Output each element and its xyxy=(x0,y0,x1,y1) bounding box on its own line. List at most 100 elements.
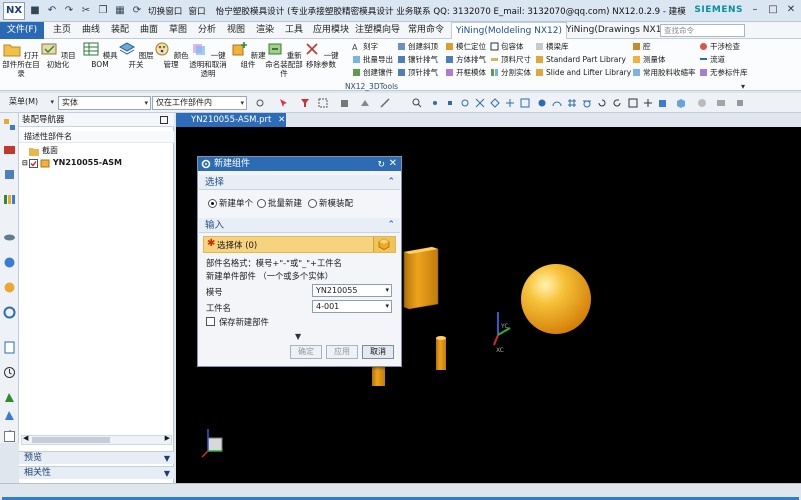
create-lifter-button[interactable]: 创建斜顶 xyxy=(397,41,438,52)
dialog-title-bar[interactable]: 新建组件 ↻ ✕ xyxy=(198,157,401,171)
switch-window-button[interactable]: 切换窗口 xyxy=(148,5,182,17)
edge-select-icon[interactable] xyxy=(380,98,390,108)
rename-assembly-button[interactable]: 重新命名装配部件 xyxy=(264,41,304,78)
standard-part-library-button[interactable]: Standard Part Library xyxy=(535,54,626,65)
preview-section[interactable]: 预览 ▼ xyxy=(19,451,174,464)
snap-tangent-icon[interactable] xyxy=(582,98,592,108)
process-studio-icon[interactable] xyxy=(3,306,16,319)
role-icon[interactable] xyxy=(3,366,16,379)
project-init-button[interactable]: 项目初始化 xyxy=(38,41,78,69)
close-icon[interactable]: ✕ xyxy=(389,157,397,171)
bounding-body-button[interactable]: 包容体 xyxy=(490,41,524,52)
layer-toggle-button[interactable]: 图层开关 xyxy=(116,41,156,69)
scroll-right-icon[interactable]: ▶ xyxy=(165,434,170,442)
fit-view-icon[interactable] xyxy=(628,98,638,108)
repeat-icon[interactable]: ⟳ xyxy=(130,4,144,18)
nonparam-library-button[interactable]: 无参标件库 xyxy=(699,67,748,78)
save-icon[interactable]: ■ xyxy=(28,4,42,18)
filter-icon[interactable] xyxy=(300,98,310,108)
tab-view[interactable]: 视图 xyxy=(227,22,245,39)
interference-check-button[interactable]: 干涉检查 xyxy=(699,41,740,52)
close-tab-icon[interactable]: ✕ xyxy=(278,115,285,125)
snap-grid-icon[interactable] xyxy=(567,98,577,108)
tab-yining-drawings[interactable]: YiNing(Drawings NX12) xyxy=(566,22,671,39)
window-menu[interactable]: 窗口 xyxy=(188,5,205,17)
selection-scope-select[interactable]: 仅在工作部件内 ▾ xyxy=(152,96,247,110)
body-select-icon[interactable] xyxy=(340,98,350,108)
select-arrow-icon[interactable] xyxy=(279,98,289,108)
snap-mid-icon[interactable] xyxy=(445,98,455,108)
rotate-view-icon[interactable] xyxy=(597,98,607,108)
manufacturing-wizard-icon[interactable] xyxy=(3,341,16,354)
undo-icon[interactable]: ↶ xyxy=(45,4,59,18)
ok-button[interactable]: 确定 xyxy=(290,345,322,359)
hd3d-tools-icon[interactable] xyxy=(3,231,16,244)
system-scenes-icon[interactable] xyxy=(3,409,16,422)
snap-quadrant-icon[interactable] xyxy=(490,98,500,108)
view-orient-icon[interactable] xyxy=(676,98,686,108)
snap-point-icon[interactable] xyxy=(255,98,265,108)
select-body-button[interactable] xyxy=(373,237,395,252)
tab-sketch[interactable]: 草图 xyxy=(169,22,187,39)
column-header[interactable]: 描述性部件名 xyxy=(19,131,174,143)
cylinder-body[interactable] xyxy=(436,336,446,370)
tab-render[interactable]: 渲染 xyxy=(256,22,274,39)
tab-applications[interactable]: 应用模块 xyxy=(313,22,349,39)
snap-intersect-icon[interactable] xyxy=(475,98,485,108)
radio-new-single[interactable]: 新建单个 xyxy=(208,197,253,209)
lasso-icon[interactable] xyxy=(318,98,328,108)
color-manage-button[interactable]: 颜色管理 xyxy=(151,41,191,69)
close-window-button[interactable]: ✕ xyxy=(783,2,799,18)
tab-surface[interactable]: 曲面 xyxy=(140,22,158,39)
split-body-button[interactable]: 分割实体 xyxy=(490,67,531,78)
tab-file[interactable]: 文件(F) xyxy=(0,22,44,39)
snap-arc-icon[interactable] xyxy=(552,98,562,108)
constraint-navigator-icon[interactable] xyxy=(3,143,16,156)
command-search-input[interactable]: 查找命令 xyxy=(660,24,745,37)
stock-size-button[interactable]: 顶料尺寸 xyxy=(490,54,531,65)
tab-yining-modeling[interactable]: YiNing(Moldeling NX12) xyxy=(451,22,568,39)
refresh-icon[interactable] xyxy=(612,98,622,108)
ejector-vent-button[interactable]: 顶针排气 xyxy=(397,67,438,78)
tab-curve[interactable]: 曲线 xyxy=(82,22,100,39)
select-section-header[interactable]: 选择 ⌃ xyxy=(199,175,400,190)
sphere-body[interactable] xyxy=(521,264,591,334)
cut-icon[interactable]: ✂ xyxy=(79,4,93,18)
reset-icon[interactable]: ↻ xyxy=(377,158,385,172)
dependencies-section[interactable]: 相关性 ▼ xyxy=(19,466,174,479)
tab-assembly[interactable]: 装配 xyxy=(111,22,129,39)
part-navigator-icon[interactable] xyxy=(3,168,16,181)
pocket-mold-button[interactable]: 开框模体 xyxy=(445,67,486,78)
horizontal-scrollbar[interactable]: ◀ ▶ xyxy=(21,434,172,445)
beam-library-button[interactable]: 横梁库 xyxy=(535,41,569,52)
minimize-button[interactable]: – xyxy=(747,2,763,18)
snap-bounded-icon[interactable] xyxy=(537,98,547,108)
part-name-select[interactable]: 4-001 ▾ xyxy=(312,300,392,313)
select-body-row[interactable]: ✱ 选择体 (0) xyxy=(203,236,396,253)
assembly-navigator-icon[interactable] xyxy=(3,118,16,131)
apply-button[interactable]: 应用 xyxy=(326,345,358,359)
cancel-button[interactable]: 取消 xyxy=(362,345,394,359)
document-tab[interactable]: YN210055-ASM.prt ✕ xyxy=(176,113,286,127)
checkbox-checked-icon[interactable] xyxy=(28,158,38,168)
collapse-icon[interactable]: ⊟ xyxy=(22,157,28,169)
radio-new-mold-assembly[interactable]: 新模装配 xyxy=(308,197,353,209)
core-locate-button[interactable]: 模仁定位 xyxy=(445,41,486,52)
measure-body-button[interactable]: 测量体 xyxy=(632,54,666,65)
slide-lifter-library-button[interactable]: Slide and Lifter Library xyxy=(535,67,631,78)
tree-node-assembly[interactable]: ⊟ YN210055-ASM xyxy=(22,157,122,169)
redo-icon[interactable]: ↷ xyxy=(62,4,76,18)
snap-point-on-icon[interactable] xyxy=(505,98,515,108)
block-vent-button[interactable]: 方体排气 xyxy=(445,54,486,65)
history-icon[interactable] xyxy=(3,281,16,294)
mold-bom-button[interactable]: 模具BOM xyxy=(80,41,120,69)
radio-batch-new[interactable]: 批量新建 xyxy=(257,197,302,209)
runner-button[interactable]: 流道 xyxy=(699,54,725,65)
remove-parameters-button[interactable]: 一键移除参数 xyxy=(301,41,341,69)
open-part-folder-button[interactable]: 打开部件所在目录 xyxy=(1,41,41,78)
chevron-down-icon[interactable]: ▾ xyxy=(741,82,745,91)
copy-icon[interactable]: ❐ xyxy=(96,4,110,18)
mold-number-select[interactable]: YN210055 ▾ xyxy=(312,284,392,297)
shrinkage-rate-button[interactable]: 常用胶料收缩率 xyxy=(632,67,696,78)
cavity-button[interactable]: 腔 xyxy=(632,41,651,52)
